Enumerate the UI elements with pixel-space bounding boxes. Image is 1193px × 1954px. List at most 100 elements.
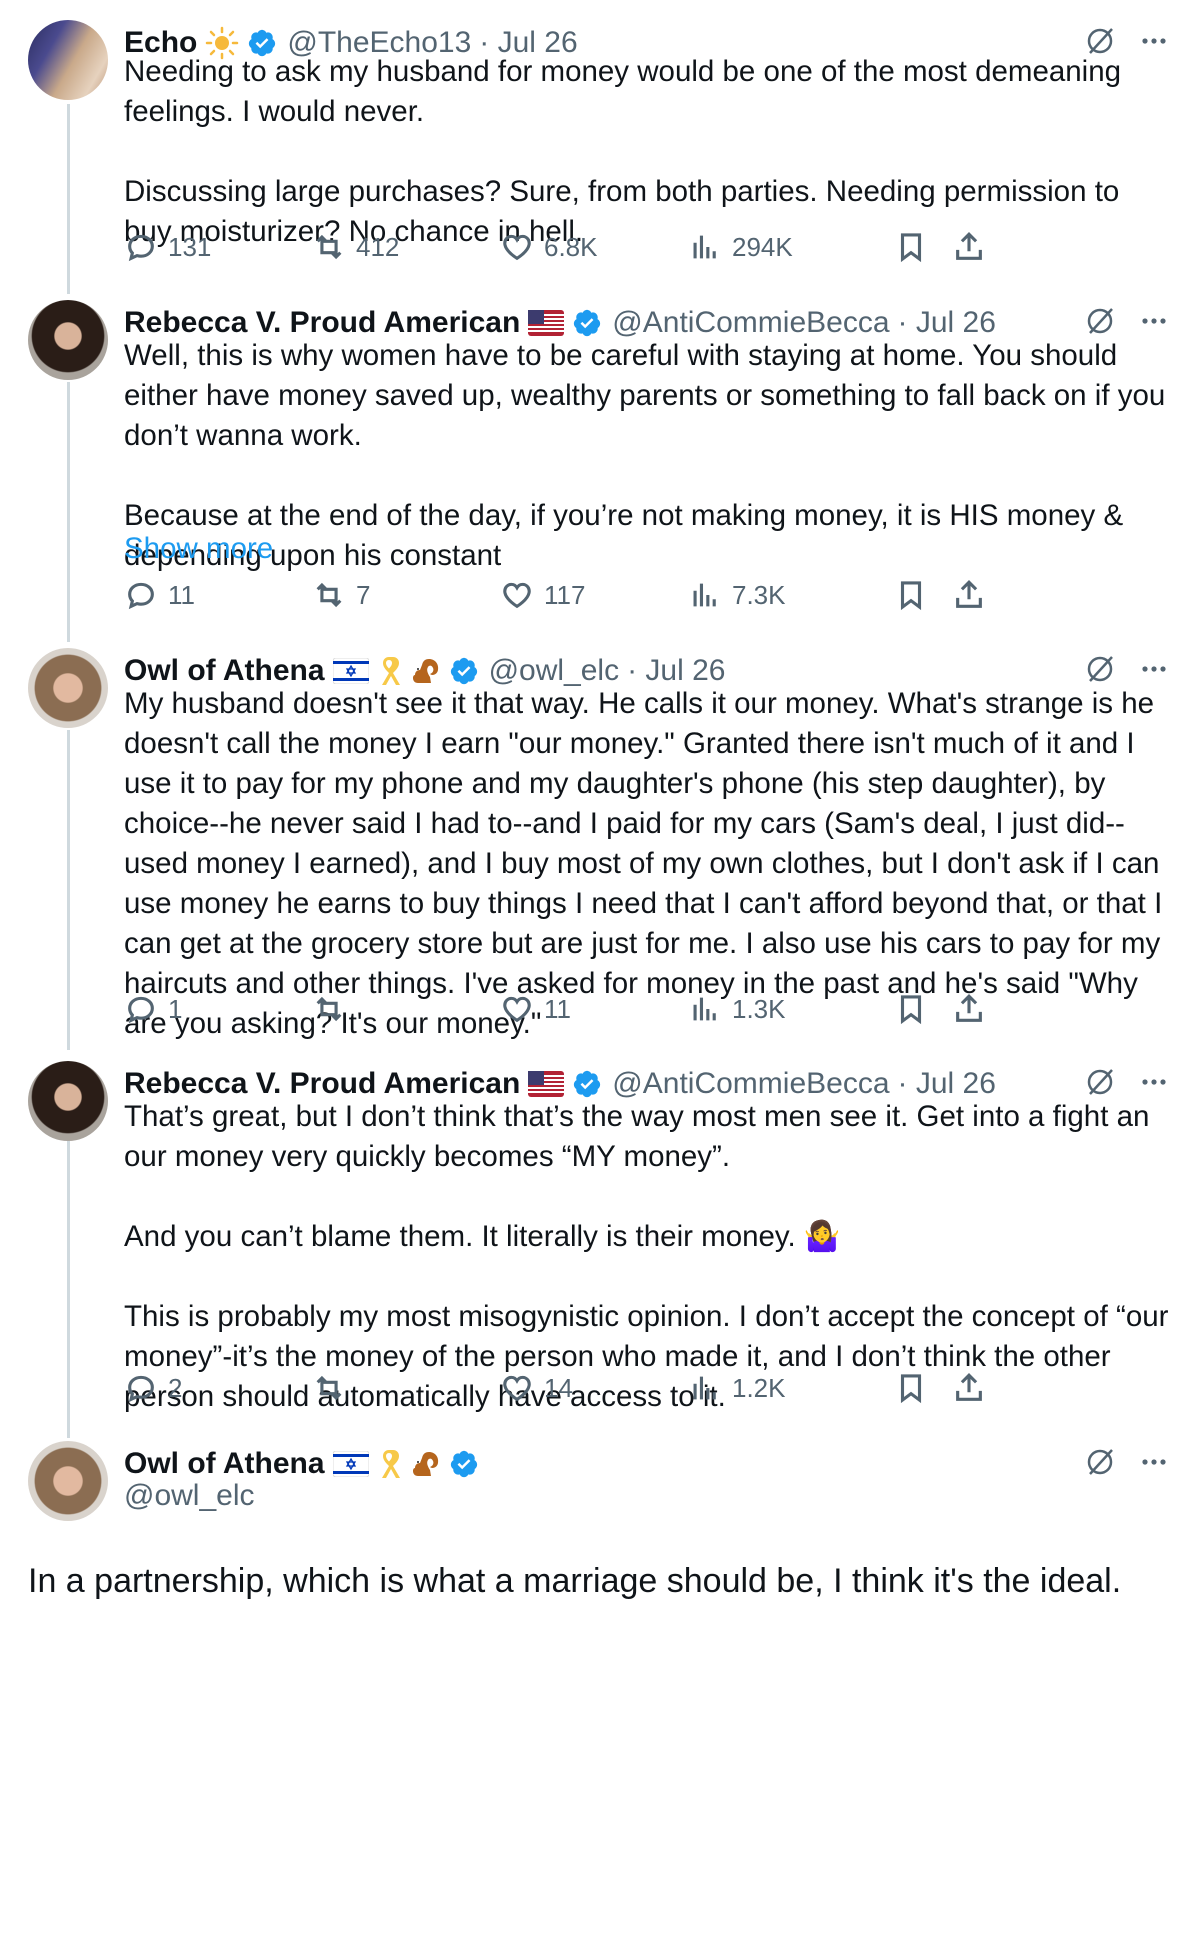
bookmark-button[interactable] <box>894 230 928 264</box>
reply-count: 1 <box>168 993 183 1024</box>
like-icon <box>503 1375 531 1402</box>
reply-button[interactable]: 2 <box>124 1371 182 1405</box>
reply-button[interactable]: 11 <box>124 578 195 612</box>
view-count: 7.3K <box>732 579 786 610</box>
share-button[interactable] <box>952 992 986 1026</box>
share-button[interactable] <box>952 1371 986 1405</box>
tweet-top-actions <box>1083 1445 1169 1484</box>
repost-icon <box>316 234 342 260</box>
view-count: 1.2K <box>732 1372 786 1403</box>
like-count: 14 <box>544 1372 573 1403</box>
reply-count: 11 <box>168 579 195 610</box>
tweet-text: Needing to ask my husband for money woul… <box>124 55 1122 248</box>
bookmark-button[interactable] <box>894 1371 928 1405</box>
tweet-date[interactable]: · Jul 26 <box>898 306 996 340</box>
reply-count: 131 <box>168 231 212 262</box>
grok-icon[interactable] <box>1083 1445 1117 1484</box>
repost-icon <box>316 996 342 1022</box>
israel-flag-icon <box>332 658 369 684</box>
verified-icon <box>572 1069 602 1099</box>
bookmark-button[interactable] <box>894 992 928 1026</box>
tweet-date[interactable]: · Jul 26 <box>627 654 725 688</box>
share-button[interactable] <box>952 230 986 264</box>
user-handle[interactable]: @owl_elc <box>489 654 620 688</box>
ribbon-icon <box>377 1448 401 1480</box>
like-count: 6.8K <box>544 231 598 262</box>
views-button[interactable]: 1.2K <box>688 1371 786 1405</box>
like-icon <box>503 582 531 609</box>
like-icon <box>503 234 531 261</box>
tweet-actions: 11 7 117 7.3K <box>124 578 1169 618</box>
like-button[interactable]: 117 <box>500 578 585 612</box>
verified-icon <box>572 308 602 338</box>
tweet-text: In a partnership, which is what a marria… <box>28 1562 1122 1600</box>
show-more-link[interactable]: Show more <box>124 532 273 566</box>
avatar[interactable] <box>28 1441 108 1521</box>
views-icon <box>693 235 716 259</box>
tweet-text: My husband doesn't see it that way. He c… <box>124 687 1171 1040</box>
view-count: 294K <box>732 231 793 262</box>
views-button[interactable]: 1.3K <box>688 992 786 1026</box>
israel-flag-icon <box>332 1451 369 1477</box>
like-count: 11 <box>544 993 571 1024</box>
avatar[interactable] <box>28 20 108 100</box>
display-name[interactable]: Rebecca V. Proud American <box>124 1067 520 1101</box>
tweet-actions: 131 412 6.8K 294K <box>124 230 1169 270</box>
share-icon <box>956 994 982 1022</box>
verified-icon <box>449 656 479 686</box>
share-icon <box>956 232 982 260</box>
tweet-date[interactable]: · Jul 26 <box>898 1067 996 1101</box>
repost-button[interactable] <box>312 992 356 1026</box>
bookmark-icon <box>900 581 922 611</box>
repost-count: 7 <box>356 579 371 610</box>
repost-button[interactable] <box>312 1371 356 1405</box>
share-icon <box>956 580 982 608</box>
share-button[interactable] <box>952 578 986 612</box>
user-handle[interactable]: @owl_elc <box>124 1479 255 1513</box>
thread-line <box>67 104 70 294</box>
squirrel-icon <box>409 655 441 687</box>
bookmark-icon <box>900 1374 922 1404</box>
reply-icon <box>128 582 154 610</box>
avatar[interactable] <box>28 648 108 728</box>
reply-button[interactable]: 131 <box>124 230 211 264</box>
reply-icon <box>128 1375 154 1403</box>
display-name[interactable]: Owl of Athena <box>124 654 325 688</box>
tweet-text: That’s great, but I don’t think that’s t… <box>124 1100 1169 1413</box>
user-handle[interactable]: @AntiCommieBecca <box>612 1067 889 1101</box>
tweet-actions: 2 14 1.2K <box>124 1371 1169 1411</box>
more-icon[interactable] <box>1139 1447 1169 1482</box>
like-button[interactable]: 11 <box>500 992 571 1026</box>
like-button[interactable]: 6.8K <box>500 230 598 264</box>
bookmark-button[interactable] <box>894 578 928 612</box>
like-count: 117 <box>544 579 586 610</box>
us-flag-icon <box>528 1071 565 1097</box>
us-flag-icon <box>528 310 565 336</box>
display-name[interactable]: Owl of Athena <box>124 1447 325 1481</box>
thread-line <box>67 382 70 642</box>
like-button[interactable]: 14 <box>500 1371 573 1405</box>
avatar[interactable] <box>28 300 108 380</box>
views-button[interactable]: 294K <box>688 230 793 264</box>
thread-line <box>67 730 70 1050</box>
display-name[interactable]: Rebecca V. Proud American <box>124 306 520 340</box>
squirrel-icon <box>409 1448 441 1480</box>
repost-icon <box>316 582 342 608</box>
repost-button[interactable]: 412 <box>312 230 399 264</box>
avatar[interactable] <box>28 1061 108 1141</box>
views-icon <box>693 583 716 607</box>
thread-line <box>67 1138 70 1438</box>
reply-icon <box>128 234 154 262</box>
tweet-actions: 1 11 1.3K <box>124 992 1169 1032</box>
like-icon <box>503 996 531 1023</box>
verified-icon <box>449 1449 479 1479</box>
repost-button[interactable]: 7 <box>312 578 370 612</box>
reply-button[interactable]: 1 <box>124 992 182 1026</box>
repost-icon <box>316 1375 342 1401</box>
user-handle[interactable]: @AntiCommieBecca <box>612 306 889 340</box>
ribbon-icon <box>377 655 401 687</box>
share-icon <box>956 1373 982 1401</box>
reply-icon <box>128 996 154 1024</box>
views-button[interactable]: 7.3K <box>688 578 786 612</box>
repost-count: 412 <box>356 231 400 262</box>
